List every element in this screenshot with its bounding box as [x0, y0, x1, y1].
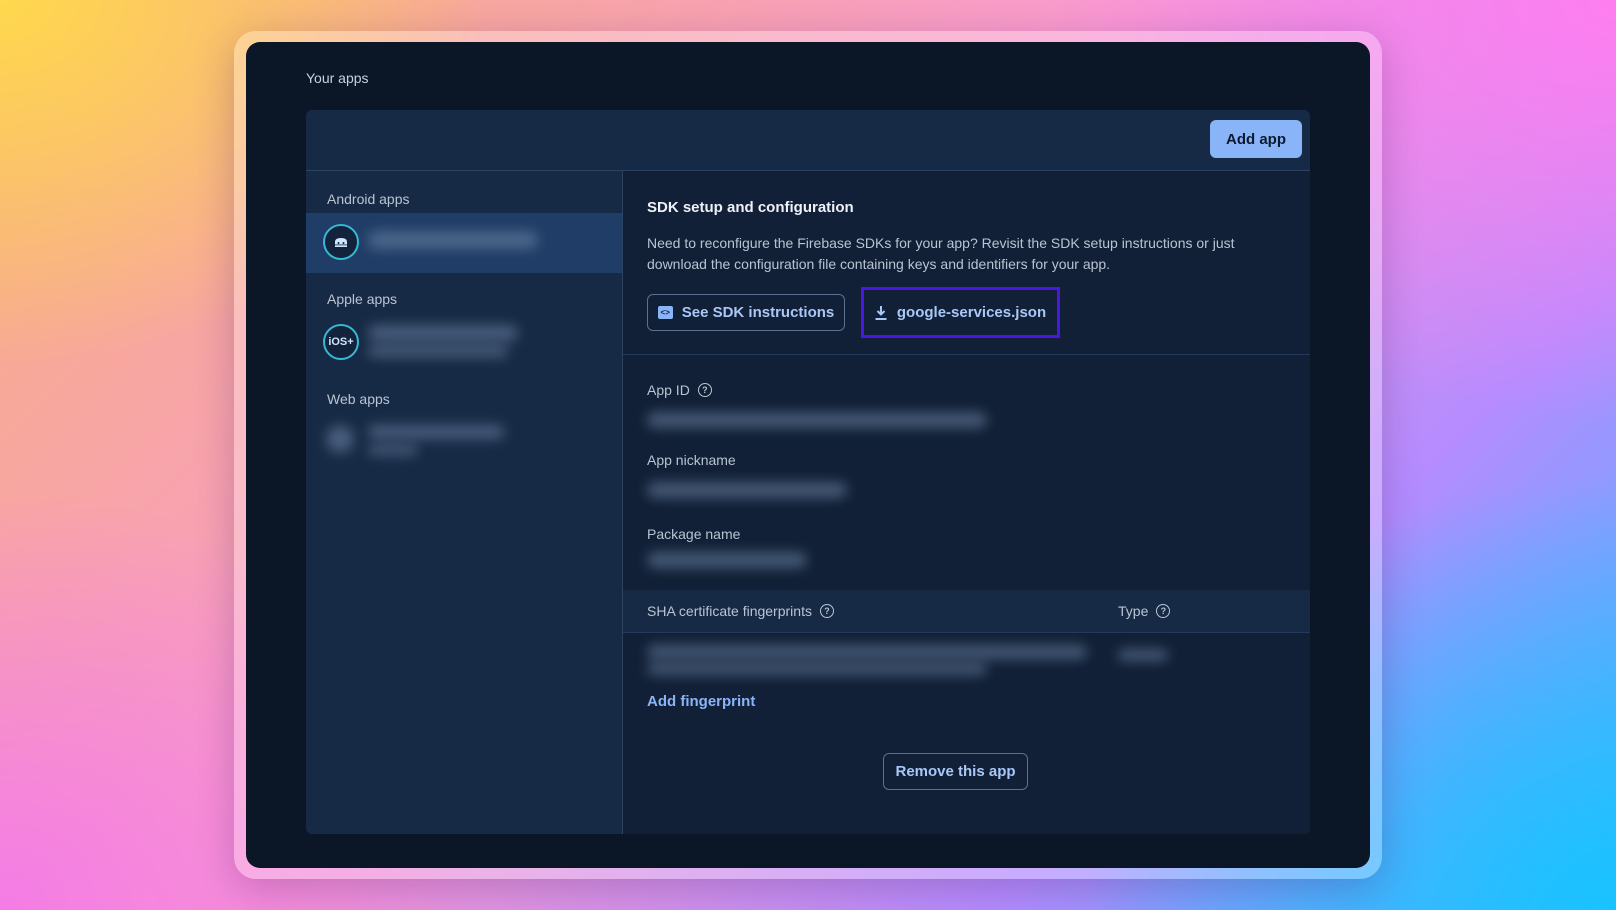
sha-table-header: SHA certificate fingerprints ? Type ?: [623, 590, 1310, 633]
redacted-nickname-value: [647, 482, 847, 498]
redacted-app-name: [368, 425, 504, 439]
sha-fingerprints-label: SHA certificate fingerprints: [647, 603, 812, 619]
help-icon[interactable]: ?: [1156, 604, 1171, 618]
package-name-label: Package name: [647, 526, 741, 542]
ios-icon: iOS+: [323, 324, 359, 360]
sha-type-label: Type: [1118, 603, 1149, 619]
add-app-button[interactable]: Add app: [1210, 120, 1302, 158]
redacted-app-id: [368, 445, 418, 455]
download-icon: [875, 305, 887, 320]
help-icon[interactable]: ?: [697, 383, 712, 397]
see-sdk-instructions-button[interactable]: <> See SDK instructions: [647, 294, 845, 331]
help-icon[interactable]: ?: [819, 604, 834, 618]
sdk-section-title: SDK setup and configuration: [647, 199, 854, 216]
page-title: Your apps: [306, 70, 369, 86]
redacted-fingerprint: [647, 645, 1087, 659]
android-apps-label: Android apps: [327, 191, 410, 207]
app-nickname-label: App nickname: [647, 452, 736, 468]
apple-apps-label: Apple apps: [327, 291, 398, 307]
redacted-app-id-value: [647, 412, 987, 428]
android-icon: [323, 224, 359, 260]
redacted-app-name: [368, 325, 518, 341]
add-fingerprint-link[interactable]: Add fingerprint: [647, 693, 755, 710]
sdk-instructions-label: See SDK instructions: [681, 304, 835, 321]
panel-header: Add app: [306, 110, 1310, 171]
remove-app-button[interactable]: Remove this app: [883, 753, 1028, 790]
download-config-button[interactable]: google-services.json: [861, 287, 1060, 338]
apps-sidebar: Android apps Apple apps iOS+ Web apps: [306, 171, 623, 834]
web-apps-label: Web apps: [327, 391, 390, 407]
app-detail-pane: SDK setup and configuration Need to reco…: [623, 171, 1310, 834]
section-divider: [623, 354, 1310, 355]
redacted-app-name: [368, 231, 538, 249]
android-app-item[interactable]: [306, 213, 622, 273]
app-id-label-text: App ID: [647, 382, 690, 398]
redacted-app-id: [368, 345, 508, 357]
redacted-type: [1118, 649, 1168, 661]
redacted-package-value: [647, 552, 807, 568]
sdk-description: Need to reconfigure the Firebase SDKs fo…: [647, 235, 1235, 272]
sha-type-column: Type ?: [1118, 603, 1171, 619]
redacted-fingerprint: [647, 663, 987, 675]
sha-fingerprints-column: SHA certificate fingerprints ?: [647, 603, 834, 619]
web-icon: [326, 425, 354, 453]
apple-app-item[interactable]: iOS+: [306, 313, 622, 373]
app-window: Your apps Add app Android apps Apple app…: [246, 42, 1370, 868]
app-id-label: App ID ?: [647, 382, 712, 398]
config-file-label: google-services.json: [896, 304, 1047, 321]
apps-panel: Add app Android apps Apple apps iOS+ Web…: [306, 110, 1310, 834]
code-icon: <>: [657, 306, 673, 319]
web-app-item[interactable]: [306, 413, 622, 473]
